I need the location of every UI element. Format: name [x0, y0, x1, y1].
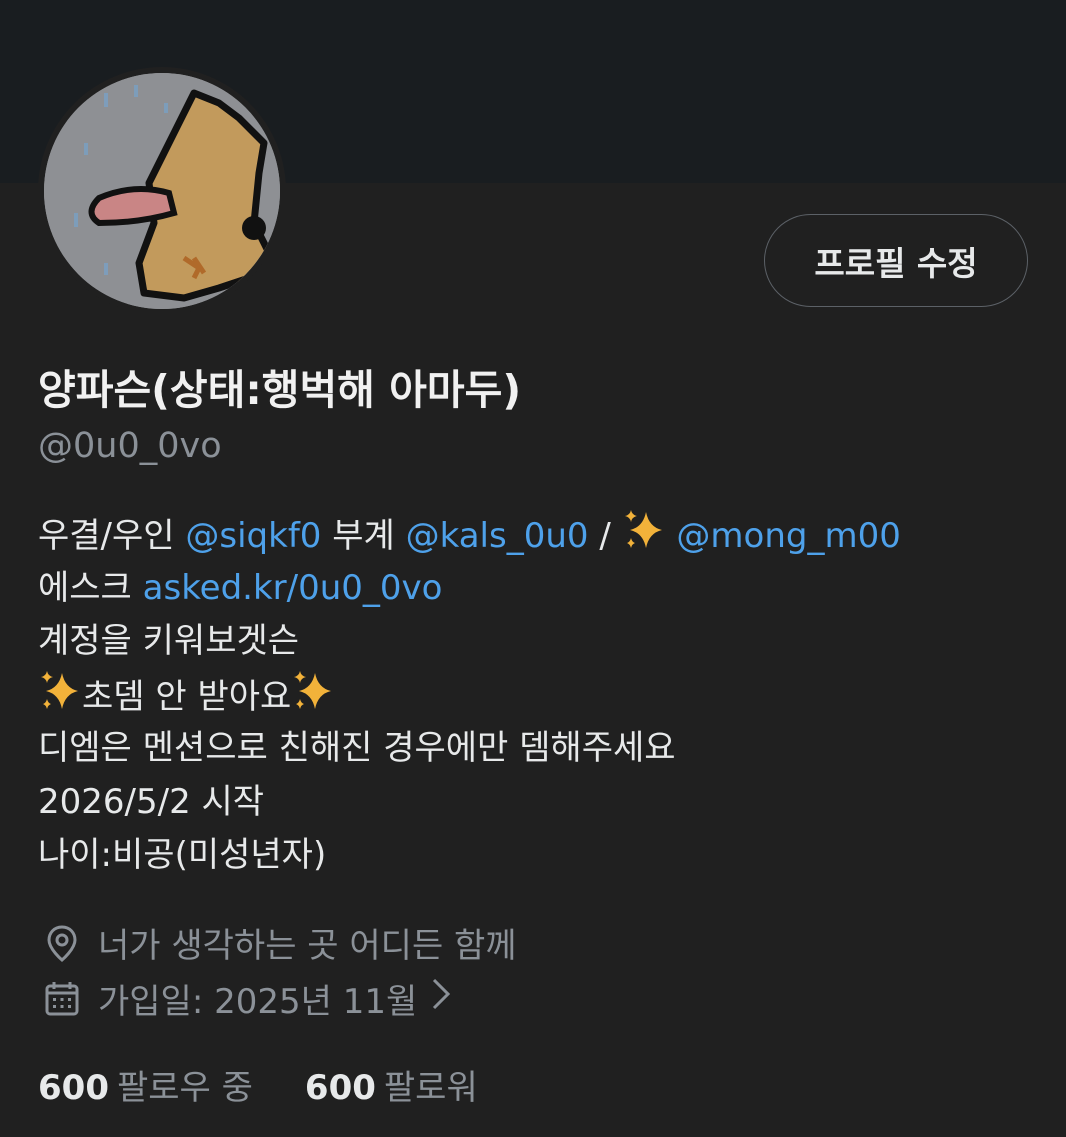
followers-link[interactable]: 600 팔로워	[305, 1060, 478, 1109]
location-text: 너가 생각하는 곳 어디든 함께	[98, 926, 517, 966]
bio-text: 초뎀 안 받아요	[82, 676, 292, 717]
location-pin-icon	[42, 923, 82, 963]
mention-link[interactable]: @kals_0u0	[406, 516, 589, 556]
sparkles-emoji-icon	[622, 508, 666, 569]
bio-line-4: 초뎀 안 받아요	[38, 669, 1048, 723]
followers-label: 팔로워	[383, 1068, 478, 1108]
edit-profile-button[interactable]: 프로필 수정	[764, 214, 1028, 307]
profile-bio: 우결/우인 @siqkf0 부계 @kals_0u0 / @mong_m00 에…	[38, 508, 1048, 883]
user-handle: @0u0_0vo	[38, 426, 222, 466]
followers-count: 600	[304, 1068, 376, 1108]
bio-text: 우결/우인	[38, 516, 186, 556]
profile-join-date[interactable]: 가입일: 2025년 11월	[42, 974, 451, 1023]
following-count: 600	[38, 1068, 109, 1108]
bio-line-2: 에스크 asked.kr/0u0_0vo	[38, 562, 1048, 616]
sparkles-emoji-icon	[38, 669, 82, 730]
following-link[interactable]: 600 팔로우 중	[38, 1060, 253, 1109]
calendar-icon	[42, 979, 82, 1019]
bio-line-3: 계정을 키워보겟슨	[38, 621, 300, 661]
bio-line-6: 2026/5/2 시작	[38, 781, 265, 822]
sparkles-emoji-icon	[291, 669, 335, 730]
chevron-right-icon[interactable]	[431, 977, 451, 1020]
profile-location: 너가 생각하는 곳 어디든 함께	[42, 918, 517, 967]
bio-text: /	[588, 516, 622, 556]
profile-avatar[interactable]	[38, 67, 286, 315]
bio-line-5: 디엠은 멘션으로 친해진 경우에만 뎀해주세요	[38, 728, 676, 768]
bio-text: 부계	[321, 516, 406, 556]
follow-stats: 600 팔로우 중 600 팔로워	[38, 1060, 478, 1109]
following-label: 팔로우 중	[116, 1068, 253, 1108]
mention-link[interactable]: @mong_m00	[676, 516, 900, 556]
external-link[interactable]: asked.kr/0u0_0vo	[143, 568, 443, 608]
bio-text: 에스크	[38, 567, 143, 608]
display-name: 양파슨(상태:행벅해 아마두)	[38, 366, 522, 414]
bio-line-1: 우결/우인 @siqkf0 부계 @kals_0u0 / @mong_m00	[38, 508, 1048, 562]
avatar-image	[44, 73, 280, 309]
mention-link[interactable]: @siqkf0	[185, 516, 321, 556]
join-date-text: 가입일: 2025년 11월	[98, 982, 418, 1022]
bio-line-7: 나이:비공(미성년자)	[38, 835, 327, 875]
